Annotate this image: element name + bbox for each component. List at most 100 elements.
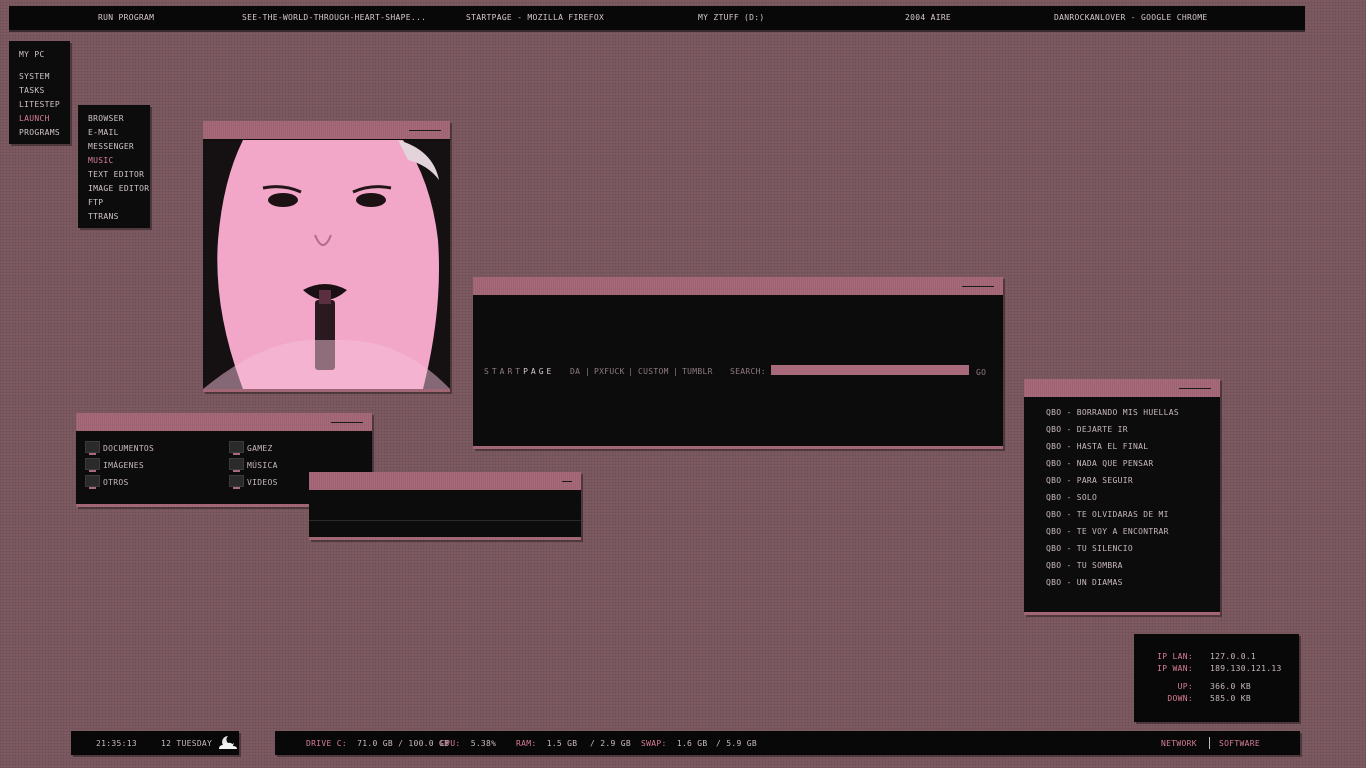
- track-item[interactable]: QBO - TE OLVIDARAS DE MI: [1046, 510, 1169, 519]
- track-item[interactable]: QBO - NADA QUE PENSAR: [1046, 459, 1153, 468]
- track-item[interactable]: QBO - TU SILENCIO: [1046, 544, 1133, 553]
- task-image-viewer[interactable]: SEE-THE-WORLD-THROUGH-HEART-SHAPE...: [242, 13, 426, 22]
- minimize-line-icon[interactable]: [962, 286, 994, 287]
- launch-item-ttrans[interactable]: TTRANS: [88, 212, 119, 221]
- launch-item-image-editor[interactable]: IMAGE EDITOR: [88, 184, 149, 193]
- cpu-value: 5.38%: [470, 739, 497, 748]
- system-stats-bar: DRIVE C: 71.0 GB / 100.0 GB CPU: 5.38% R…: [275, 731, 1300, 755]
- link-separator: |: [673, 367, 679, 376]
- drive-value: 71.0 GB / 100.0 GB: [357, 739, 450, 748]
- small-window-titlebar[interactable]: [309, 472, 581, 490]
- menu-item-tasks[interactable]: TASKS: [19, 86, 45, 95]
- link-separator: |: [585, 367, 591, 376]
- folder-label: GAMEZ: [247, 444, 273, 453]
- folder-icon: [229, 458, 244, 472]
- clock-bar: 21:35:13 12 TUESDAY: [71, 731, 239, 755]
- menu-item-programs[interactable]: PROGRAMS: [19, 128, 60, 137]
- folder-label: IMÁGENES: [103, 461, 144, 470]
- swap-stat: SWAP: 1.6 GB: [641, 739, 708, 748]
- swap-used: 1.6 GB: [676, 739, 708, 748]
- task-run-program[interactable]: RUN PROGRAM: [98, 13, 154, 22]
- swap-total: / 5.9 GB: [716, 739, 757, 748]
- network-widget: IP LAN: 127.0.0.1 IP WAN: 189.130.121.13…: [1134, 634, 1299, 722]
- launch-item-music[interactable]: MUSIC: [88, 156, 114, 165]
- divider: [309, 520, 581, 521]
- menu-item-litestep[interactable]: LITESTEP: [19, 100, 60, 109]
- folder-musica[interactable]: MÚSICA: [229, 458, 278, 472]
- minimize-line-icon[interactable]: [409, 130, 441, 131]
- link-da[interactable]: DA: [570, 367, 580, 376]
- track-item[interactable]: QBO - PARA SEGUIR: [1046, 476, 1133, 485]
- playlist-bottombar: [1024, 612, 1220, 615]
- track-item[interactable]: QBO - TU SOMBRA: [1046, 561, 1123, 570]
- main-menu: MY PC SYSTEM TASKS LITESTEP LAUNCH PROGR…: [9, 41, 70, 144]
- software-link[interactable]: SOFTWARE: [1219, 739, 1260, 748]
- ram-label: RAM:: [516, 739, 537, 748]
- launch-item-ftp[interactable]: FTP: [88, 198, 103, 207]
- minimize-line-icon[interactable]: [331, 422, 363, 423]
- folder-gamez[interactable]: GAMEZ: [229, 441, 273, 455]
- folder-label: MÚSICA: [247, 461, 278, 470]
- logo-start: START: [484, 367, 524, 376]
- ip-wan-label: IP WAN:: [1157, 664, 1193, 673]
- folder-documentos[interactable]: DOCUMENTOS: [85, 441, 155, 455]
- folder-videos[interactable]: VIDEOS: [229, 475, 278, 489]
- startpage-logo: STARTPAGE: [484, 367, 554, 376]
- up-value: 366.0 KB: [1210, 682, 1251, 691]
- menu-item-system[interactable]: SYSTEM: [19, 72, 50, 81]
- top-taskbar: RUN PROGRAM SEE-THE-WORLD-THROUGH-HEART-…: [9, 6, 1305, 32]
- track-item[interactable]: QBO - TE VOY A ENCONTRAR: [1046, 527, 1169, 536]
- folders-titlebar[interactable]: [76, 413, 372, 431]
- search-input[interactable]: [771, 365, 969, 375]
- ram-total-value: / 2.9 GB: [590, 739, 631, 748]
- ram-stat: RAM: 1.5 GB: [516, 739, 577, 748]
- link-pxfuck[interactable]: PXFUCK: [594, 367, 625, 376]
- image-window-titlebar[interactable]: [203, 121, 450, 139]
- image-viewer-window: [203, 121, 450, 392]
- playlist-titlebar[interactable]: [1024, 379, 1220, 397]
- down-value: 585.0 KB: [1210, 694, 1251, 703]
- track-item[interactable]: QBO - SOLO: [1046, 493, 1097, 502]
- track-item[interactable]: QBO - HASTA EL FINAL: [1046, 442, 1148, 451]
- search-label: SEARCH:: [730, 367, 766, 376]
- track-item[interactable]: QBO - DEJARTE IR: [1046, 425, 1128, 434]
- folder-imagenes[interactable]: IMÁGENES: [85, 458, 144, 472]
- link-custom[interactable]: CUSTOM: [638, 367, 669, 376]
- drive-label: DRIVE C:: [306, 739, 347, 748]
- launch-item-browser[interactable]: BROWSER: [88, 114, 124, 123]
- portrait-image: [203, 140, 450, 389]
- folder-icon: [85, 475, 100, 489]
- track-item[interactable]: QBO - UN DIAMAS: [1046, 578, 1123, 587]
- launch-item-messenger[interactable]: MESSENGER: [88, 142, 134, 151]
- link-tumblr[interactable]: TUMBLR: [682, 367, 713, 376]
- go-button[interactable]: GO: [976, 368, 986, 377]
- task-chrome[interactable]: DANROCKANLOVER - GOOGLE CHROME: [1054, 13, 1208, 22]
- task-music-folder[interactable]: 2004 AIRE: [905, 13, 951, 22]
- launch-item-email[interactable]: E-MAIL: [88, 128, 119, 137]
- network-link[interactable]: NETWORK: [1161, 739, 1197, 748]
- folder-icon: [229, 475, 244, 489]
- folder-icon: [229, 441, 244, 455]
- folder-icon: [85, 441, 100, 455]
- minimize-line-icon[interactable]: [1179, 388, 1211, 389]
- ram-used: 1.5 GB: [546, 739, 578, 748]
- folder-label: OTROS: [103, 478, 129, 487]
- image-window-bottombar: [203, 389, 450, 392]
- portrait-illustration: [203, 140, 450, 389]
- startpage-window: STARTPAGE DA | PXFUCK | CUSTOM | TUMBLR …: [473, 277, 1003, 449]
- drive-stat: DRIVE C: 71.0 GB / 100.0 GB: [306, 739, 449, 748]
- menu-item-launch[interactable]: LAUNCH: [19, 114, 50, 123]
- down-label: DOWN:: [1167, 694, 1193, 703]
- task-firefox[interactable]: STARTPAGE - MOZILLA FIREFOX: [466, 13, 604, 22]
- folder-otros[interactable]: OTROS: [85, 475, 129, 489]
- startpage-titlebar[interactable]: [473, 277, 1003, 295]
- ip-wan-value: 189.130.121.13: [1210, 664, 1282, 673]
- logo-page: PAGE: [523, 367, 555, 376]
- menu-title: MY PC: [19, 50, 45, 59]
- task-explorer[interactable]: MY ZTUFF (D:): [698, 13, 765, 22]
- track-item[interactable]: QBO - BORRANDO MIS HUELLAS: [1046, 408, 1179, 417]
- launch-item-text-editor[interactable]: TEXT EDITOR: [88, 170, 144, 179]
- ip-lan-label: IP LAN:: [1157, 652, 1193, 661]
- folder-label: DOCUMENTOS: [103, 444, 155, 453]
- minimize-line-icon[interactable]: [562, 481, 572, 482]
